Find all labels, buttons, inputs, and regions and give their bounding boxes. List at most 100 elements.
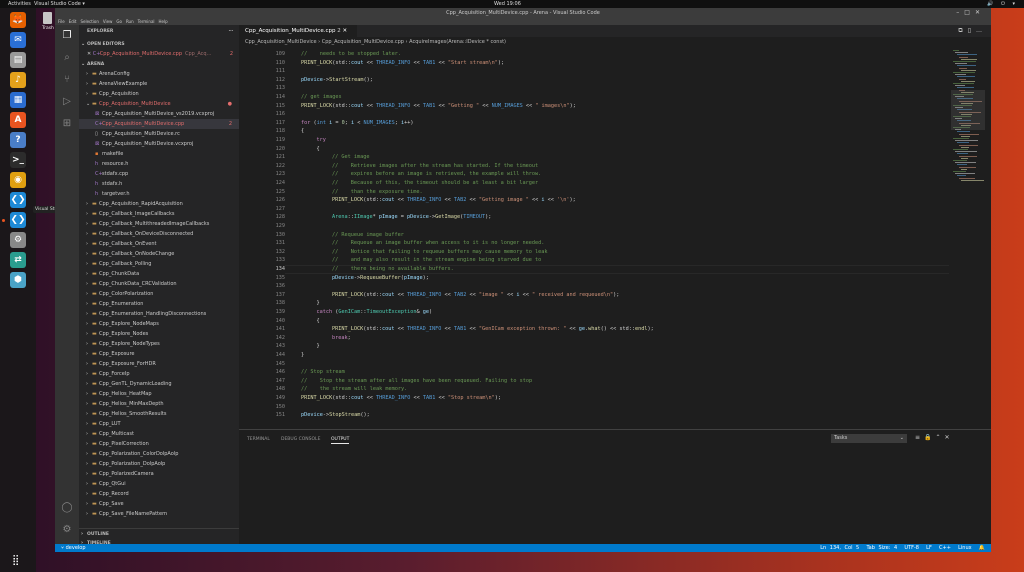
terminal-icon[interactable]: >_ bbox=[10, 152, 26, 168]
code-line[interactable]: PRINT_LOCK(std::cout << THREAD_INFO << T… bbox=[332, 196, 576, 205]
tree-item[interactable]: ⊠ Cpp_Acquisition_MultiDevice_vs2019.vcxp… bbox=[79, 109, 239, 119]
code-line[interactable]: // Requeue an image buffer when access t… bbox=[332, 239, 544, 248]
code-line[interactable]: for (int i = 0; i < NUM_IMAGES; i++) bbox=[301, 119, 413, 128]
code-line[interactable]: Arena::IImage* pImage = pDevice->GetImag… bbox=[332, 213, 491, 222]
code-line[interactable]: pDevice->StartStream(); bbox=[301, 76, 373, 85]
tree-item[interactable]: › ▬ Cpp_ColorPolarization bbox=[79, 289, 239, 299]
tree-item[interactable]: ▪ makefile bbox=[79, 149, 239, 159]
code-line[interactable]: PRINT_LOCK(std::cout << THREAD_INFO << T… bbox=[332, 325, 654, 334]
tree-item[interactable]: › ▬ Cpp_Save bbox=[79, 499, 239, 509]
code-line[interactable]: } bbox=[317, 299, 320, 308]
output-channel-select[interactable]: Tasks ⌄ bbox=[831, 434, 907, 443]
vscode-icon[interactable]: ❮❯ bbox=[10, 212, 26, 228]
open-editors-section[interactable]: ⌄ OPEN EDITORS bbox=[79, 39, 239, 49]
code-line[interactable]: { bbox=[317, 317, 320, 326]
tree-item[interactable]: › ▬ Cpp_Enumeration bbox=[79, 299, 239, 309]
bell-icon[interactable]: 🔔 bbox=[979, 545, 985, 551]
code-line[interactable]: catch (GenICam::TimeoutException& ge) bbox=[317, 308, 433, 317]
app-menu[interactable]: Visual Studio Code ▾ bbox=[34, 1, 85, 7]
firefox-icon[interactable]: 🦊 bbox=[10, 12, 26, 28]
outline-section[interactable]: › OUTLINE bbox=[79, 528, 239, 538]
tree-item[interactable]: › ▬ Cpp_Callback_OnEvent bbox=[79, 239, 239, 249]
tree-item[interactable]: › ▬ Cpp_Callback_Polling bbox=[79, 259, 239, 269]
chrome-icon[interactable]: ◉ bbox=[10, 172, 26, 188]
tree-item[interactable]: ▯ Cpp_Acquisition_MultiDevice.rc bbox=[79, 129, 239, 139]
remote-desktop-icon[interactable]: ⇄ bbox=[10, 252, 26, 268]
tab-terminal[interactable]: TERMINAL bbox=[247, 437, 270, 442]
menu-help[interactable]: Help bbox=[159, 19, 168, 24]
menu-run[interactable]: Run bbox=[126, 19, 134, 24]
tree-item[interactable]: › ▬ Cpp_Exposure bbox=[79, 349, 239, 359]
tree-item[interactable]: › ▬ Cpp_Exposure_ForHDR bbox=[79, 359, 239, 369]
editor-tab[interactable]: Cpp_Acquisition_MultiDevice.cpp 2 ✕ bbox=[239, 25, 357, 37]
files-icon[interactable]: ▤ bbox=[10, 52, 26, 68]
tree-item[interactable]: › ▬ Cpp_Polarization_DolpAolp bbox=[79, 459, 239, 469]
system-menu[interactable]: 🔊 ⏻ ▾ bbox=[987, 0, 1018, 8]
code-line[interactable]: PRINT_LOCK(std::cout << THREAD_INFO << T… bbox=[301, 59, 504, 68]
code-line[interactable]: } bbox=[301, 351, 304, 360]
code-line[interactable]: break; bbox=[332, 334, 351, 343]
menu-terminal[interactable]: Terminal bbox=[138, 19, 155, 24]
writer-icon[interactable]: ▦ bbox=[10, 92, 26, 108]
menu-edit[interactable]: Edit bbox=[69, 19, 77, 24]
tree-item[interactable]: ⊠ Cpp_Acquisition_MultiDevice.vcxproj bbox=[79, 139, 239, 149]
clock[interactable]: Wed 19:06 bbox=[494, 0, 521, 8]
tree-item[interactable]: › ▬ Cpp_Explore_NodeTypes bbox=[79, 339, 239, 349]
code-line[interactable]: // Requeue image buffer bbox=[332, 231, 404, 240]
help-icon[interactable]: ? bbox=[10, 132, 26, 148]
code-line[interactable]: // needs to be stopped later. bbox=[301, 50, 401, 59]
editor-actions[interactable]: ⧉▯… bbox=[958, 27, 987, 35]
open-editor-item[interactable]: ✕ C+Cpp_Acquisition_MultiDevice.cpp Cpp_A… bbox=[79, 49, 239, 59]
panel-actions[interactable]: ≡🔒⌃✕ bbox=[915, 434, 954, 441]
code-line[interactable]: try bbox=[317, 136, 326, 145]
packaging-icon[interactable]: ⬢ bbox=[10, 272, 26, 288]
tree-item[interactable]: › ▬ Cpp_Record bbox=[79, 489, 239, 499]
breadcrumb-item[interactable]: Cpp_Acquisition_MultiDevice bbox=[245, 39, 317, 45]
trash-icon[interactable] bbox=[43, 12, 52, 24]
tree-item[interactable]: › ▬ Cpp_Callback_ImageCallbacks bbox=[79, 209, 239, 219]
tree-item[interactable]: › ▬ Cpp_ChunkData bbox=[79, 269, 239, 279]
eol[interactable]: LF bbox=[926, 545, 932, 551]
thunderbird-icon[interactable]: ✉ bbox=[10, 32, 26, 48]
tree-item[interactable]: C+Cpp_Acquisition_MultiDevice.cpp 2 bbox=[79, 119, 239, 129]
code-line[interactable]: // Retrieve images after the stream has … bbox=[332, 162, 538, 171]
cursor-position[interactable]: Ln 134, Col 5 bbox=[820, 545, 859, 551]
tree-item[interactable]: › ▬ ArenaViewExample bbox=[79, 79, 239, 89]
tab-size[interactable]: Tab Size: 4 bbox=[866, 545, 897, 551]
menu-go[interactable]: Go bbox=[116, 19, 122, 24]
vscode-insiders-icon[interactable]: ❮❯ bbox=[10, 192, 26, 208]
minimap-slider[interactable] bbox=[951, 90, 985, 130]
arena-root-section[interactable]: ⌄ ARENA bbox=[79, 59, 239, 69]
breadcrumb-item[interactable]: AcquireImages(Arena::IDevice * const) bbox=[409, 39, 506, 45]
minimap[interactable] bbox=[951, 50, 985, 420]
code-line[interactable]: { bbox=[317, 145, 320, 154]
tree-item[interactable]: › ▬ Cpp_Acquisition_RapidAcquisition bbox=[79, 199, 239, 209]
tree-item[interactable]: › ▬ Cpp_Callback_MultithreadedImageCallbac… bbox=[79, 219, 239, 229]
git-branch[interactable]: develop bbox=[66, 545, 86, 551]
tree-item[interactable]: › ▬ Cpp_Callback_OnDeviceDisconnected bbox=[79, 229, 239, 239]
tree-item[interactable]: › ▬ Cpp_Helios_SmoothResults bbox=[79, 409, 239, 419]
activities-button[interactable]: Activities Visual Studio Code ▾ bbox=[8, 0, 85, 8]
tree-item[interactable]: › ▬ Cpp_Explore_NodeMaps bbox=[79, 319, 239, 329]
tree-item[interactable]: › ▬ Cpp_GenTL_DynamicLoading bbox=[79, 379, 239, 389]
tree-item[interactable]: › ▬ Cpp_Acquisition bbox=[79, 89, 239, 99]
tree-item[interactable]: › ▬ Cpp_QtGui bbox=[79, 479, 239, 489]
tree-item[interactable]: › ▬ Cpp_Explore_Nodes bbox=[79, 329, 239, 339]
show-applications-button[interactable]: ⣿ bbox=[12, 556, 19, 566]
platform[interactable]: Linux bbox=[958, 545, 971, 551]
close-icon[interactable]: ✕ bbox=[342, 28, 347, 34]
manage-gear-icon[interactable]: ⚙ bbox=[60, 523, 74, 537]
code-view[interactable]: 109 // needs to be stopped later. 110 PRINT… bbox=[239, 50, 949, 420]
code-line[interactable]: // than the exposure time. bbox=[332, 188, 423, 197]
code-line[interactable]: // get images bbox=[301, 93, 342, 102]
tree-item[interactable]: › ▬ Cpp_PolarizedCamera bbox=[79, 469, 239, 479]
software-center-icon[interactable]: A bbox=[10, 112, 26, 128]
code-line[interactable]: PRINT_LOCK(std::cout << THREAD_INFO << T… bbox=[301, 102, 576, 111]
encoding[interactable]: UTF-8 bbox=[904, 545, 919, 551]
tree-item[interactable]: h stdafx.h bbox=[79, 179, 239, 189]
tree-item[interactable]: › ▬ Cpp_Callback_OnNodeChange bbox=[79, 249, 239, 259]
tab-debug-console[interactable]: DEBUG CONSOLE bbox=[281, 437, 320, 442]
code-line[interactable]: { bbox=[301, 127, 304, 136]
settings-icon[interactable]: ⚙ bbox=[10, 232, 26, 248]
code-line[interactable]: // the stream will leak memory. bbox=[301, 385, 407, 394]
